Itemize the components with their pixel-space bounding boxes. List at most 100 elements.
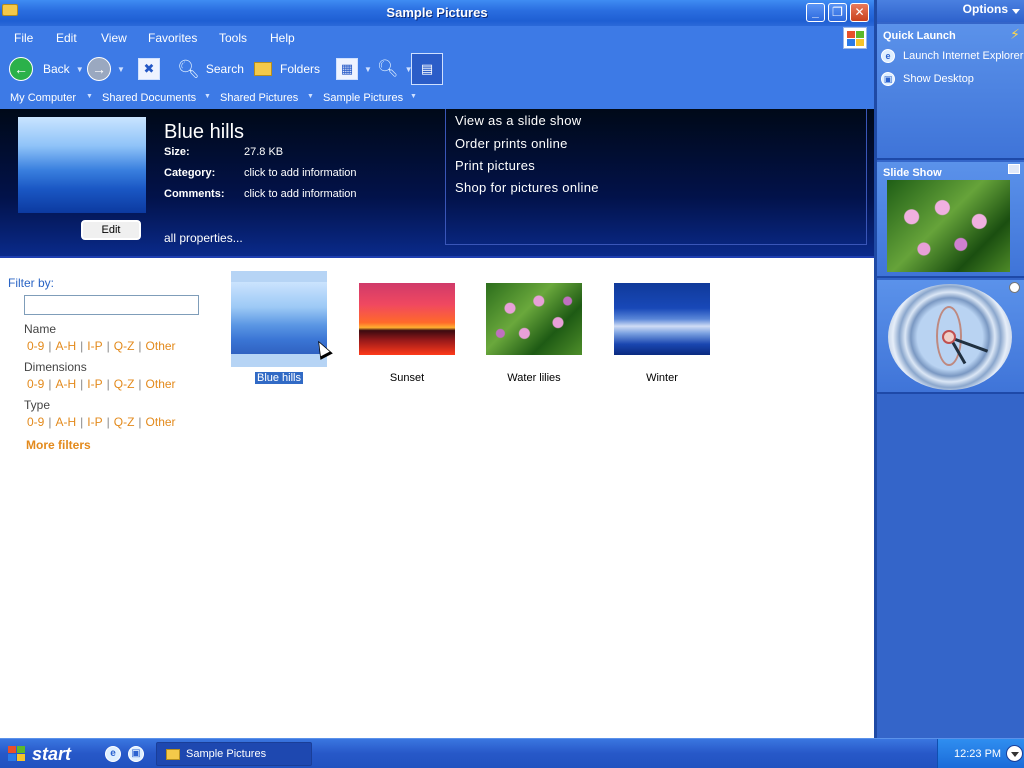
slide-show-image[interactable] <box>887 180 1010 272</box>
taskbar: start e ▣ Sample Pictures 12:23 PM <box>0 738 1024 768</box>
filter-link[interactable]: Other <box>146 415 176 429</box>
filter-link[interactable]: 0-9 <box>27 415 44 429</box>
show-desktop-icon[interactable]: ▣ <box>128 746 144 762</box>
clock-settings-icon[interactable] <box>1009 282 1020 293</box>
filter-link[interactable]: 0-9 <box>27 339 44 353</box>
filter-input[interactable] <box>24 295 199 315</box>
crumb-sample-pictures[interactable]: Sample Pictures <box>323 92 403 104</box>
filter-links-dimensions: 0-9 | A-H | I-P | Q-Z | Other <box>27 377 176 391</box>
views-button[interactable]: ▦ ▼ <box>336 50 372 88</box>
folder-icon <box>166 748 180 760</box>
explorer-window: Sample Pictures _ ❐ ✕ File Edit View Fav… <box>0 0 874 738</box>
tray-expand-button[interactable] <box>1006 745 1023 762</box>
folders-icon <box>254 62 272 76</box>
show-desktop-icon: ▣ <box>881 72 895 86</box>
search-button[interactable]: 🔍︎ Search <box>177 50 244 88</box>
forward-button[interactable]: → ▼ <box>87 50 125 88</box>
comments-value[interactable]: click to add information <box>244 188 357 200</box>
task-shop-online[interactable]: Shop for pictures online <box>455 180 599 195</box>
task-slide-show[interactable]: View as a slide show <box>455 113 581 128</box>
search-label: Search <box>205 62 244 76</box>
chevron-down-icon[interactable]: ▼ <box>117 65 125 74</box>
back-arrow-icon: ← <box>9 57 33 81</box>
filter-link[interactable]: Q-Z <box>114 377 135 391</box>
taskbar-item-label: Sample Pictures <box>186 748 267 760</box>
filter-group-dimensions: Dimensions <box>24 360 87 374</box>
folders-label: Folders <box>280 62 321 76</box>
filter-link[interactable]: I-P <box>87 339 102 353</box>
more-filters-link[interactable]: More filters <box>26 438 91 452</box>
forward-arrow-icon: → <box>87 57 111 81</box>
category-value[interactable]: click to add information <box>244 167 357 179</box>
filter-link[interactable]: A-H <box>55 415 76 429</box>
quick-launch-item-label: Launch Internet Explorer <box>903 50 1024 62</box>
quick-launch-show-desktop[interactable]: ▣ Show Desktop <box>881 72 974 86</box>
camera-icon[interactable] <box>1008 164 1020 174</box>
thumbnail-image <box>359 283 455 355</box>
sidebar-options-button[interactable]: Options <box>877 0 1024 22</box>
taskbar-item-sample-pictures[interactable]: Sample Pictures <box>156 742 312 766</box>
delete-icon: ✖ <box>138 58 160 80</box>
menu-view[interactable]: View <box>101 31 127 45</box>
filter-link[interactable]: Other <box>146 339 176 353</box>
system-tray: 12:23 PM <box>937 739 1024 768</box>
quick-launch-ie[interactable]: e Launch Internet Explorer <box>881 49 1023 63</box>
filter-link[interactable]: A-H <box>55 377 76 391</box>
size-value: 27.8 KB <box>244 146 284 158</box>
internet-explorer-icon: e <box>881 49 895 63</box>
menu-help[interactable]: Help <box>270 31 295 45</box>
filter-link[interactable]: Q-Z <box>114 339 135 353</box>
menu-edit[interactable]: Edit <box>56 31 77 45</box>
menu-favorites[interactable]: Favorites <box>148 31 197 45</box>
filter-link[interactable]: I-P <box>87 377 102 391</box>
zoom-button[interactable]: 🔍︎ ▼ <box>377 50 413 88</box>
thumbnail-caption: Blue hills <box>254 372 304 384</box>
picture-tasks: View as a slide show Order prints online… <box>445 109 867 245</box>
delete-button[interactable]: ✖ <box>138 50 160 88</box>
chevron-down-icon[interactable]: ▼ <box>204 93 211 100</box>
preview-image <box>18 117 146 213</box>
filter-links-name: 0-9 | A-H | I-P | Q-Z | Other <box>27 339 176 353</box>
filter-link[interactable]: I-P <box>87 415 102 429</box>
all-properties-link[interactable]: all properties... <box>164 231 243 245</box>
maximize-button[interactable]: ❐ <box>828 3 847 22</box>
calendar-view-icon: ▤ <box>411 53 443 85</box>
crumb-shared-documents[interactable]: Shared Documents <box>102 92 196 104</box>
filter-link[interactable]: Q-Z <box>114 415 135 429</box>
chevron-down-icon[interactable]: ▼ <box>76 65 84 74</box>
menu-tools[interactable]: Tools <box>219 31 247 45</box>
crumb-shared-pictures[interactable]: Shared Pictures <box>220 92 298 104</box>
chevron-down-icon[interactable]: ▼ <box>307 93 314 100</box>
size-row: Size: 27.8 KB <box>164 146 283 158</box>
task-order-prints[interactable]: Order prints online <box>455 136 568 151</box>
filter-link[interactable]: Other <box>146 377 176 391</box>
preview-title: Blue hills <box>164 121 245 143</box>
category-row: Category: click to add information <box>164 167 357 179</box>
title-bar[interactable]: Sample Pictures _ ❐ ✕ <box>0 0 874 26</box>
chevron-down-icon <box>1012 9 1020 14</box>
breadcrumb: My Computer ▼ Shared Documents ▼ Shared … <box>0 88 874 109</box>
folders-button[interactable]: Folders <box>254 50 320 88</box>
windows-logo-icon <box>8 746 26 762</box>
filter-link[interactable]: 0-9 <box>27 377 44 391</box>
filter-link[interactable]: A-H <box>55 339 76 353</box>
menu-file[interactable]: File <box>14 31 33 45</box>
back-button[interactable]: ← Back ▼ <box>9 50 84 88</box>
tray-clock[interactable]: 12:23 PM <box>954 748 1001 760</box>
chevron-down-icon[interactable]: ▼ <box>364 65 372 74</box>
chevron-down-icon[interactable]: ▼ <box>410 93 417 100</box>
chevron-down-icon[interactable]: ▼ <box>86 93 93 100</box>
minimize-button[interactable]: _ <box>806 3 825 22</box>
start-label: start <box>32 743 72 764</box>
start-button[interactable]: start <box>0 739 94 768</box>
internet-explorer-icon[interactable]: e <box>105 746 121 762</box>
filmstrip-button[interactable]: ▤ <box>411 50 443 88</box>
magnifier-icon: 🔍︎ <box>377 59 399 78</box>
quick-launch-title: Quick Launch <box>883 30 956 42</box>
task-print-pictures[interactable]: Print pictures <box>455 158 535 173</box>
close-button[interactable]: ✕ <box>850 3 869 22</box>
edit-button[interactable]: Edit <box>81 220 141 240</box>
analog-clock <box>888 284 1012 390</box>
crumb-my-computer[interactable]: My Computer <box>10 92 76 104</box>
thumbnail-caption: Winter <box>646 372 678 384</box>
